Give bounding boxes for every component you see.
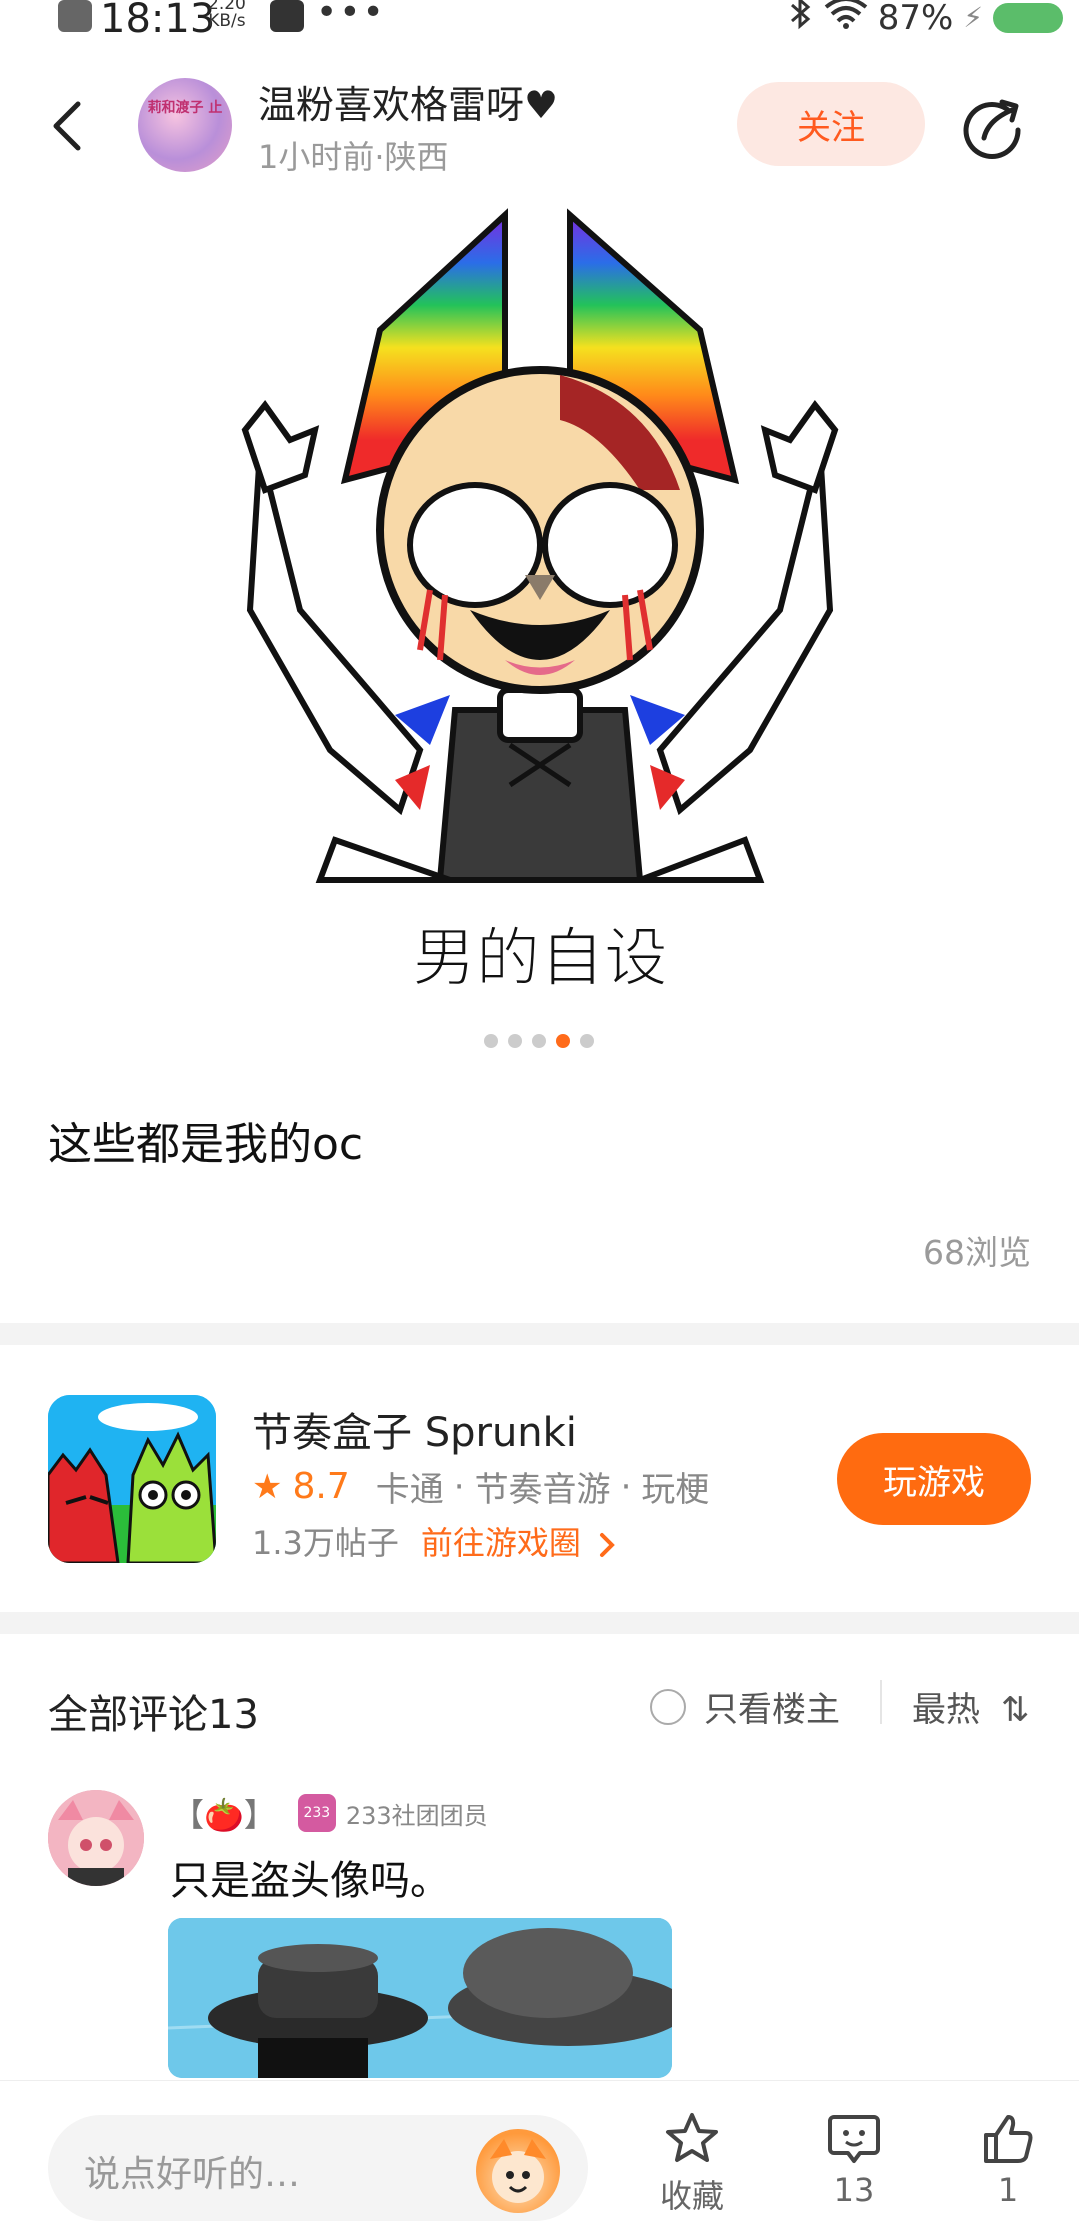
status-bar: 18:13 2.20 KB/s ••• 87% ⚡ (0, 0, 1079, 48)
share-icon (963, 99, 1021, 159)
carousel-dot[interactable] (580, 1034, 594, 1048)
commenter-name[interactable]: 【🍅】 (172, 1790, 276, 1836)
wifi-icon (824, 0, 868, 38)
bluetooth-icon (788, 0, 814, 39)
image-caption: 男的自设 (412, 922, 668, 996)
commenter-avatar-image (48, 1790, 144, 1886)
radio-icon (650, 1688, 686, 1725)
sort-icon: ⇅ (1000, 1690, 1030, 1730)
sort-button[interactable]: 最热 ⇅ (912, 1682, 1029, 1731)
section-divider (0, 1323, 1079, 1345)
sort-label: 最热 (912, 1690, 980, 1730)
carousel-dot[interactable] (556, 1034, 570, 1048)
comment-input[interactable]: 说点好听的… (48, 2115, 588, 2221)
like-count: 1 (997, 2171, 1019, 2209)
status-time: 18:13 (100, 0, 216, 42)
commenter-role: 233社团团员 (345, 1801, 488, 1830)
sprunki-icon (48, 1395, 216, 1563)
chevron-right-icon (600, 1533, 615, 1557)
comments-title: 全部评论13 (48, 1692, 259, 1738)
game-tag: 节奏音游 (474, 1470, 611, 1510)
post-text: 这些都是我的oc (48, 1119, 364, 1170)
post-image-carousel[interactable]: 男的自设 (0, 190, 1079, 1020)
thumbs-up-icon (984, 2115, 1033, 2163)
author-name[interactable]: 温粉喜欢格雷呀♥ (258, 74, 558, 129)
chevron-left-icon (53, 101, 81, 151)
comment-bubble-icon (828, 2115, 880, 2163)
view-count: 68浏览 (923, 1233, 1031, 1272)
game-title[interactable]: 节奏盒子 Sprunki (252, 1400, 577, 1458)
go-to-game-circle-label: 前往游戏圈 (420, 1524, 581, 1562)
carousel-dot[interactable] (532, 1034, 546, 1048)
game-icon[interactable] (48, 1395, 216, 1563)
only-owner-label: 只看楼主 (704, 1690, 840, 1730)
game-meta: ★ 8.7 卡通 · 节奏音游 · 玩梗 (252, 1462, 709, 1511)
tag-separator: · (453, 1466, 465, 1507)
tag-separator: · (620, 1466, 632, 1507)
star-outline-icon (666, 2113, 718, 2162)
comment-text: 只是盗头像吗。 (170, 1858, 450, 1904)
post-header: 莉和渡子 止 温粉喜欢格雷呀♥ 1小时前·陕西 关注 (0, 60, 1079, 190)
avatar-text: 莉和渡子 止 (147, 100, 223, 116)
network-speed: 2.20 KB/s (208, 0, 246, 30)
follow-button[interactable]: 关注 (737, 82, 925, 166)
character-illustration: 男的自设 (241, 208, 839, 997)
comment-image-content (168, 1918, 672, 2078)
battery-icon (993, 2, 1063, 33)
comment-count: 13 (833, 2171, 875, 2209)
favorite-label: 收藏 (659, 2177, 724, 2215)
comment-button[interactable]: 13 (804, 2111, 904, 2209)
favorite-button[interactable]: 收藏 (642, 2111, 742, 2217)
charging-icon: ⚡ (963, 1, 983, 34)
notification-icon (58, 0, 92, 32)
battery-percent: 87% (877, 0, 954, 38)
star-icon: ★ (252, 1466, 283, 1507)
carousel-dot[interactable] (508, 1034, 522, 1048)
app-notification-icon (270, 0, 304, 32)
post-meta: 1小时前·陕西 (258, 138, 449, 176)
comment-input-placeholder: 说点好听的… (84, 2154, 301, 2195)
bottom-bar: 说点好听的… 收藏 13 1 (0, 2080, 1079, 2221)
mascot-emoji-icon[interactable] (476, 2129, 560, 2213)
more-notifications: ••• (316, 0, 386, 33)
go-to-game-circle-link[interactable]: 前往游戏圈 (421, 1518, 617, 1564)
game-post-count: 1.3万帖子 (252, 1524, 399, 1562)
comment-image[interactable] (168, 1918, 672, 2078)
carousel-indicator (484, 1034, 594, 1048)
like-button[interactable]: 1 (958, 2111, 1058, 2209)
carousel-dot[interactable] (484, 1034, 498, 1048)
club-badge: 233 (297, 1794, 336, 1832)
play-game-button[interactable]: 玩游戏 (837, 1433, 1031, 1525)
section-divider (0, 1612, 1079, 1634)
commenter-info: 【🍅】 233 233社团团员 (172, 1790, 488, 1836)
game-tag: 卡通 (375, 1470, 444, 1510)
only-owner-toggle[interactable]: 只看楼主 (650, 1682, 840, 1731)
game-sub: 1.3万帖子 前往游戏圈 (252, 1518, 617, 1564)
game-tag: 玩梗 (641, 1470, 710, 1510)
game-rating: 8.7 (292, 1466, 350, 1507)
network-speed-unit: KB/s (208, 11, 246, 31)
share-button[interactable] (962, 96, 1026, 160)
back-button[interactable] (48, 96, 88, 156)
commenter-avatar[interactable] (48, 1790, 144, 1886)
sort-divider (880, 1680, 882, 1724)
status-right: 87% ⚡ (788, 0, 1063, 39)
author-avatar[interactable]: 莉和渡子 止 (138, 78, 232, 172)
